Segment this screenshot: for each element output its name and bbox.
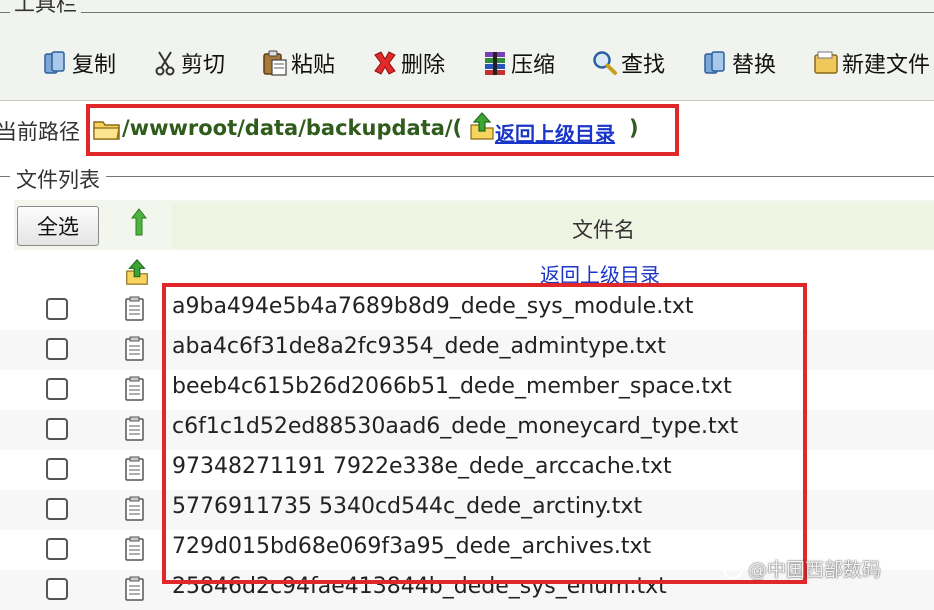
- toolbar-border: [0, 12, 934, 13]
- replace-button[interactable]: 替换: [702, 46, 776, 80]
- compress-button[interactable]: 压缩: [481, 46, 555, 80]
- row-checkbox[interactable]: [46, 338, 68, 360]
- row-checkbox[interactable]: [46, 378, 68, 400]
- replace-label: 替换: [732, 53, 777, 78]
- table-row[interactable]: c6f1c1d52ed88530aad6_dede_moneycard_type…: [0, 410, 934, 450]
- select-all-button[interactable]: 全选: [17, 206, 99, 246]
- path-close-paren: ): [629, 116, 639, 140]
- row-checkbox[interactable]: [46, 418, 68, 440]
- text-file-icon: [125, 536, 144, 561]
- file-name[interactable]: 5776911735 5340cd544c_dede_arctiny.txt: [172, 494, 642, 519]
- text-file-icon: [125, 376, 144, 401]
- header-name-cell: [172, 203, 934, 249]
- compress-label: 压缩: [511, 53, 556, 78]
- paste-icon: [263, 50, 287, 76]
- folder-icon: [93, 121, 120, 140]
- cut-button[interactable]: 剪切: [151, 46, 225, 80]
- text-file-icon: [125, 456, 144, 481]
- copy-icon: [44, 51, 65, 74]
- compress-icon: [485, 52, 505, 75]
- file-name[interactable]: c6f1c1d52ed88530aad6_dede_moneycard_type…: [172, 414, 738, 439]
- text-file-icon: [125, 296, 144, 321]
- text-file-icon: [125, 336, 144, 361]
- file-list-legend: 文件列表: [10, 164, 106, 194]
- current-path: /wwwroot/data/backupdata/(: [122, 116, 463, 140]
- delete-button[interactable]: 删除: [371, 46, 445, 80]
- copy-label: 复制: [72, 53, 117, 78]
- watermark: @中国西部数码: [722, 555, 881, 582]
- delete-label: 删除: [401, 53, 446, 78]
- search-icon: [593, 51, 617, 75]
- new-file-button[interactable]: 新建文件: [812, 46, 930, 80]
- path-label: 当前路径: [0, 120, 80, 144]
- file-name[interactable]: a9ba494e5b4a7689b8d9_dede_sys_module.txt: [172, 294, 693, 319]
- watermark-logo-icon: [723, 558, 743, 579]
- table-row[interactable]: 97348271191 7922e338e_dede_arccache.txt: [0, 450, 934, 490]
- table-row[interactable]: a9ba494e5b4a7689b8d9_dede_sys_module.txt: [0, 290, 934, 330]
- row-checkbox[interactable]: [46, 578, 68, 600]
- scissors-icon: [155, 51, 175, 76]
- row-checkbox[interactable]: [46, 298, 68, 320]
- watermark-text: @中国西部数码: [748, 559, 882, 581]
- toolbar-legend: 工具栏: [10, 0, 81, 18]
- toolbar-panel: [0, 0, 934, 101]
- replace-icon: [704, 51, 725, 74]
- table-row[interactable]: 5776911735 5340cd544c_dede_arctiny.txt: [0, 490, 934, 530]
- file-name[interactable]: beeb4c615b26d2066b51_dede_member_space.t…: [172, 374, 732, 399]
- text-file-icon: [125, 416, 144, 441]
- file-name[interactable]: 25846d2c94fae413844b_dede_sys_enum.txt: [172, 574, 667, 599]
- paste-button[interactable]: 粘贴: [261, 46, 335, 80]
- text-file-icon: [125, 576, 144, 601]
- table-row[interactable]: beeb4c615b26d2066b51_dede_member_space.t…: [0, 370, 934, 410]
- find-button[interactable]: 查找: [591, 46, 665, 80]
- file-name[interactable]: 729d015bd68e069f3a95_dede_archives.txt: [172, 534, 651, 559]
- find-label: 查找: [621, 53, 666, 78]
- paste-label: 粘贴: [291, 53, 336, 78]
- file-name[interactable]: aba4c6f31de8a2fc9354_dede_admintype.txt: [172, 334, 666, 359]
- cut-label: 剪切: [181, 53, 226, 78]
- delete-x-icon: [374, 51, 396, 75]
- up-folder-icon: [126, 259, 148, 285]
- row-checkbox[interactable]: [46, 498, 68, 520]
- parent-directory-row-link[interactable]: 返回上级目录: [540, 259, 660, 288]
- sort-up-arrow-icon[interactable]: [130, 207, 148, 237]
- table-row[interactable]: aba4c6f31de8a2fc9354_dede_admintype.txt: [0, 330, 934, 370]
- file-list-border: [0, 176, 934, 177]
- new-file-label: 新建文件: [842, 53, 931, 78]
- up-folder-icon: [470, 112, 494, 140]
- new-file-icon: [814, 51, 838, 74]
- text-file-icon: [125, 496, 144, 521]
- file-name[interactable]: 97348271191 7922e338e_dede_arccache.txt: [172, 454, 672, 479]
- row-checkbox[interactable]: [46, 538, 68, 560]
- parent-directory-link[interactable]: 返回上级目录: [495, 118, 615, 147]
- copy-button[interactable]: 复制: [42, 46, 116, 80]
- row-checkbox[interactable]: [46, 458, 68, 480]
- column-header-filename[interactable]: 文件名: [572, 214, 635, 244]
